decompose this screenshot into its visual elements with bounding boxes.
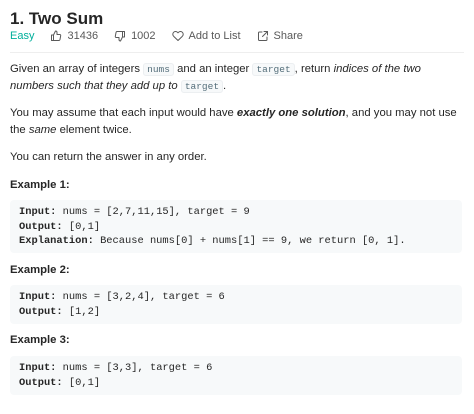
- statement-text: and an integer: [173, 63, 253, 75]
- explanation-label: Explanation:: [19, 235, 94, 247]
- problem-meta-bar: Easy 31436 1002 Add to List Share: [10, 30, 319, 42]
- statement-text: You may assume that each input would hav…: [10, 107, 237, 119]
- output-label: Output:: [19, 376, 63, 389]
- difficulty-badge: Easy: [10, 30, 35, 42]
- share-icon: [257, 31, 268, 41]
- output-value: [0,1]: [62, 220, 101, 233]
- inline-code-target: target: [180, 80, 224, 93]
- output-value: [0,1]: [62, 376, 101, 389]
- inline-code-nums: nums: [143, 63, 174, 76]
- output-label: Output:: [19, 220, 63, 233]
- explanation-value: Because nums[0] + nums[1] == 9, we retur…: [93, 235, 406, 247]
- statement-text: , return: [294, 63, 334, 75]
- example-1-block: Input: nums = [2,7,11,15], target = 9 Ou…: [10, 200, 462, 253]
- input-value: nums = [3,2,4], target = 6: [56, 291, 225, 303]
- thumbs-up-icon: [51, 30, 62, 41]
- example-2-block: Input: nums = [3,2,4], target = 6 Output…: [10, 285, 462, 324]
- problem-statement: Given an array of integers nums and an i…: [10, 61, 458, 176]
- problem-description-panel: 1. Two Sum Easy 31436 1002 Add to List S…: [0, 0, 474, 414]
- problem-title: 1. Two Sum: [10, 9, 104, 28]
- dislike-button[interactable]: 1002: [114, 30, 156, 42]
- example-input-row: Input: nums = [2,7,11,15], target = 9: [19, 205, 453, 220]
- example-explanation-row: Explanation: Because nums[0] + nums[1] =…: [19, 234, 453, 249]
- inline-code-target: target: [252, 63, 295, 76]
- input-label: Input:: [19, 291, 57, 303]
- statement-text: Given an array of integers: [10, 63, 144, 75]
- statement-text: element twice.: [56, 124, 132, 136]
- example-output-row: Output: [0,1]: [19, 220, 453, 235]
- statement-paragraph-1: Given an array of integers nums and an i…: [10, 61, 458, 95]
- statement-emphasis: same: [28, 124, 57, 136]
- share-label: Share: [273, 30, 303, 42]
- example-3-block: Input: nums = [3,3], target = 6 Output: …: [10, 356, 462, 395]
- input-label: Input:: [19, 206, 57, 218]
- thumbs-down-icon: [114, 31, 126, 42]
- output-label: Output:: [19, 305, 63, 318]
- example-output-row: Output: [1,2]: [19, 305, 453, 320]
- input-value: nums = [3,3], target = 6: [56, 362, 213, 374]
- statement-paragraph-3: You can return the answer in any order.: [10, 151, 207, 163]
- like-count: 31436: [67, 30, 99, 42]
- dislike-count: 1002: [131, 30, 156, 42]
- example-output-row: Output: [0,1]: [19, 376, 453, 391]
- example-1-title: Example 1:: [10, 179, 70, 191]
- input-value: nums = [2,7,11,15], target = 9: [56, 206, 250, 218]
- input-label: Input:: [19, 362, 57, 374]
- example-input-row: Input: nums = [3,3], target = 6: [19, 361, 453, 376]
- output-value: [1,2]: [62, 305, 101, 318]
- header-divider: [10, 52, 464, 53]
- example-2-title: Example 2:: [10, 264, 70, 276]
- add-to-list-button[interactable]: Add to List: [171, 30, 241, 42]
- example-3-title: Example 3:: [10, 334, 70, 346]
- like-button[interactable]: 31436: [50, 30, 98, 42]
- heart-icon: [171, 30, 184, 41]
- add-to-list-label: Add to List: [188, 30, 241, 42]
- statement-paragraph-2: You may assume that each input would hav…: [10, 105, 458, 139]
- statement-text: .: [223, 80, 227, 92]
- example-input-row: Input: nums = [3,2,4], target = 6: [19, 290, 453, 305]
- share-button[interactable]: Share: [257, 30, 303, 42]
- statement-strong-emphasis: exactly one solution: [236, 107, 346, 119]
